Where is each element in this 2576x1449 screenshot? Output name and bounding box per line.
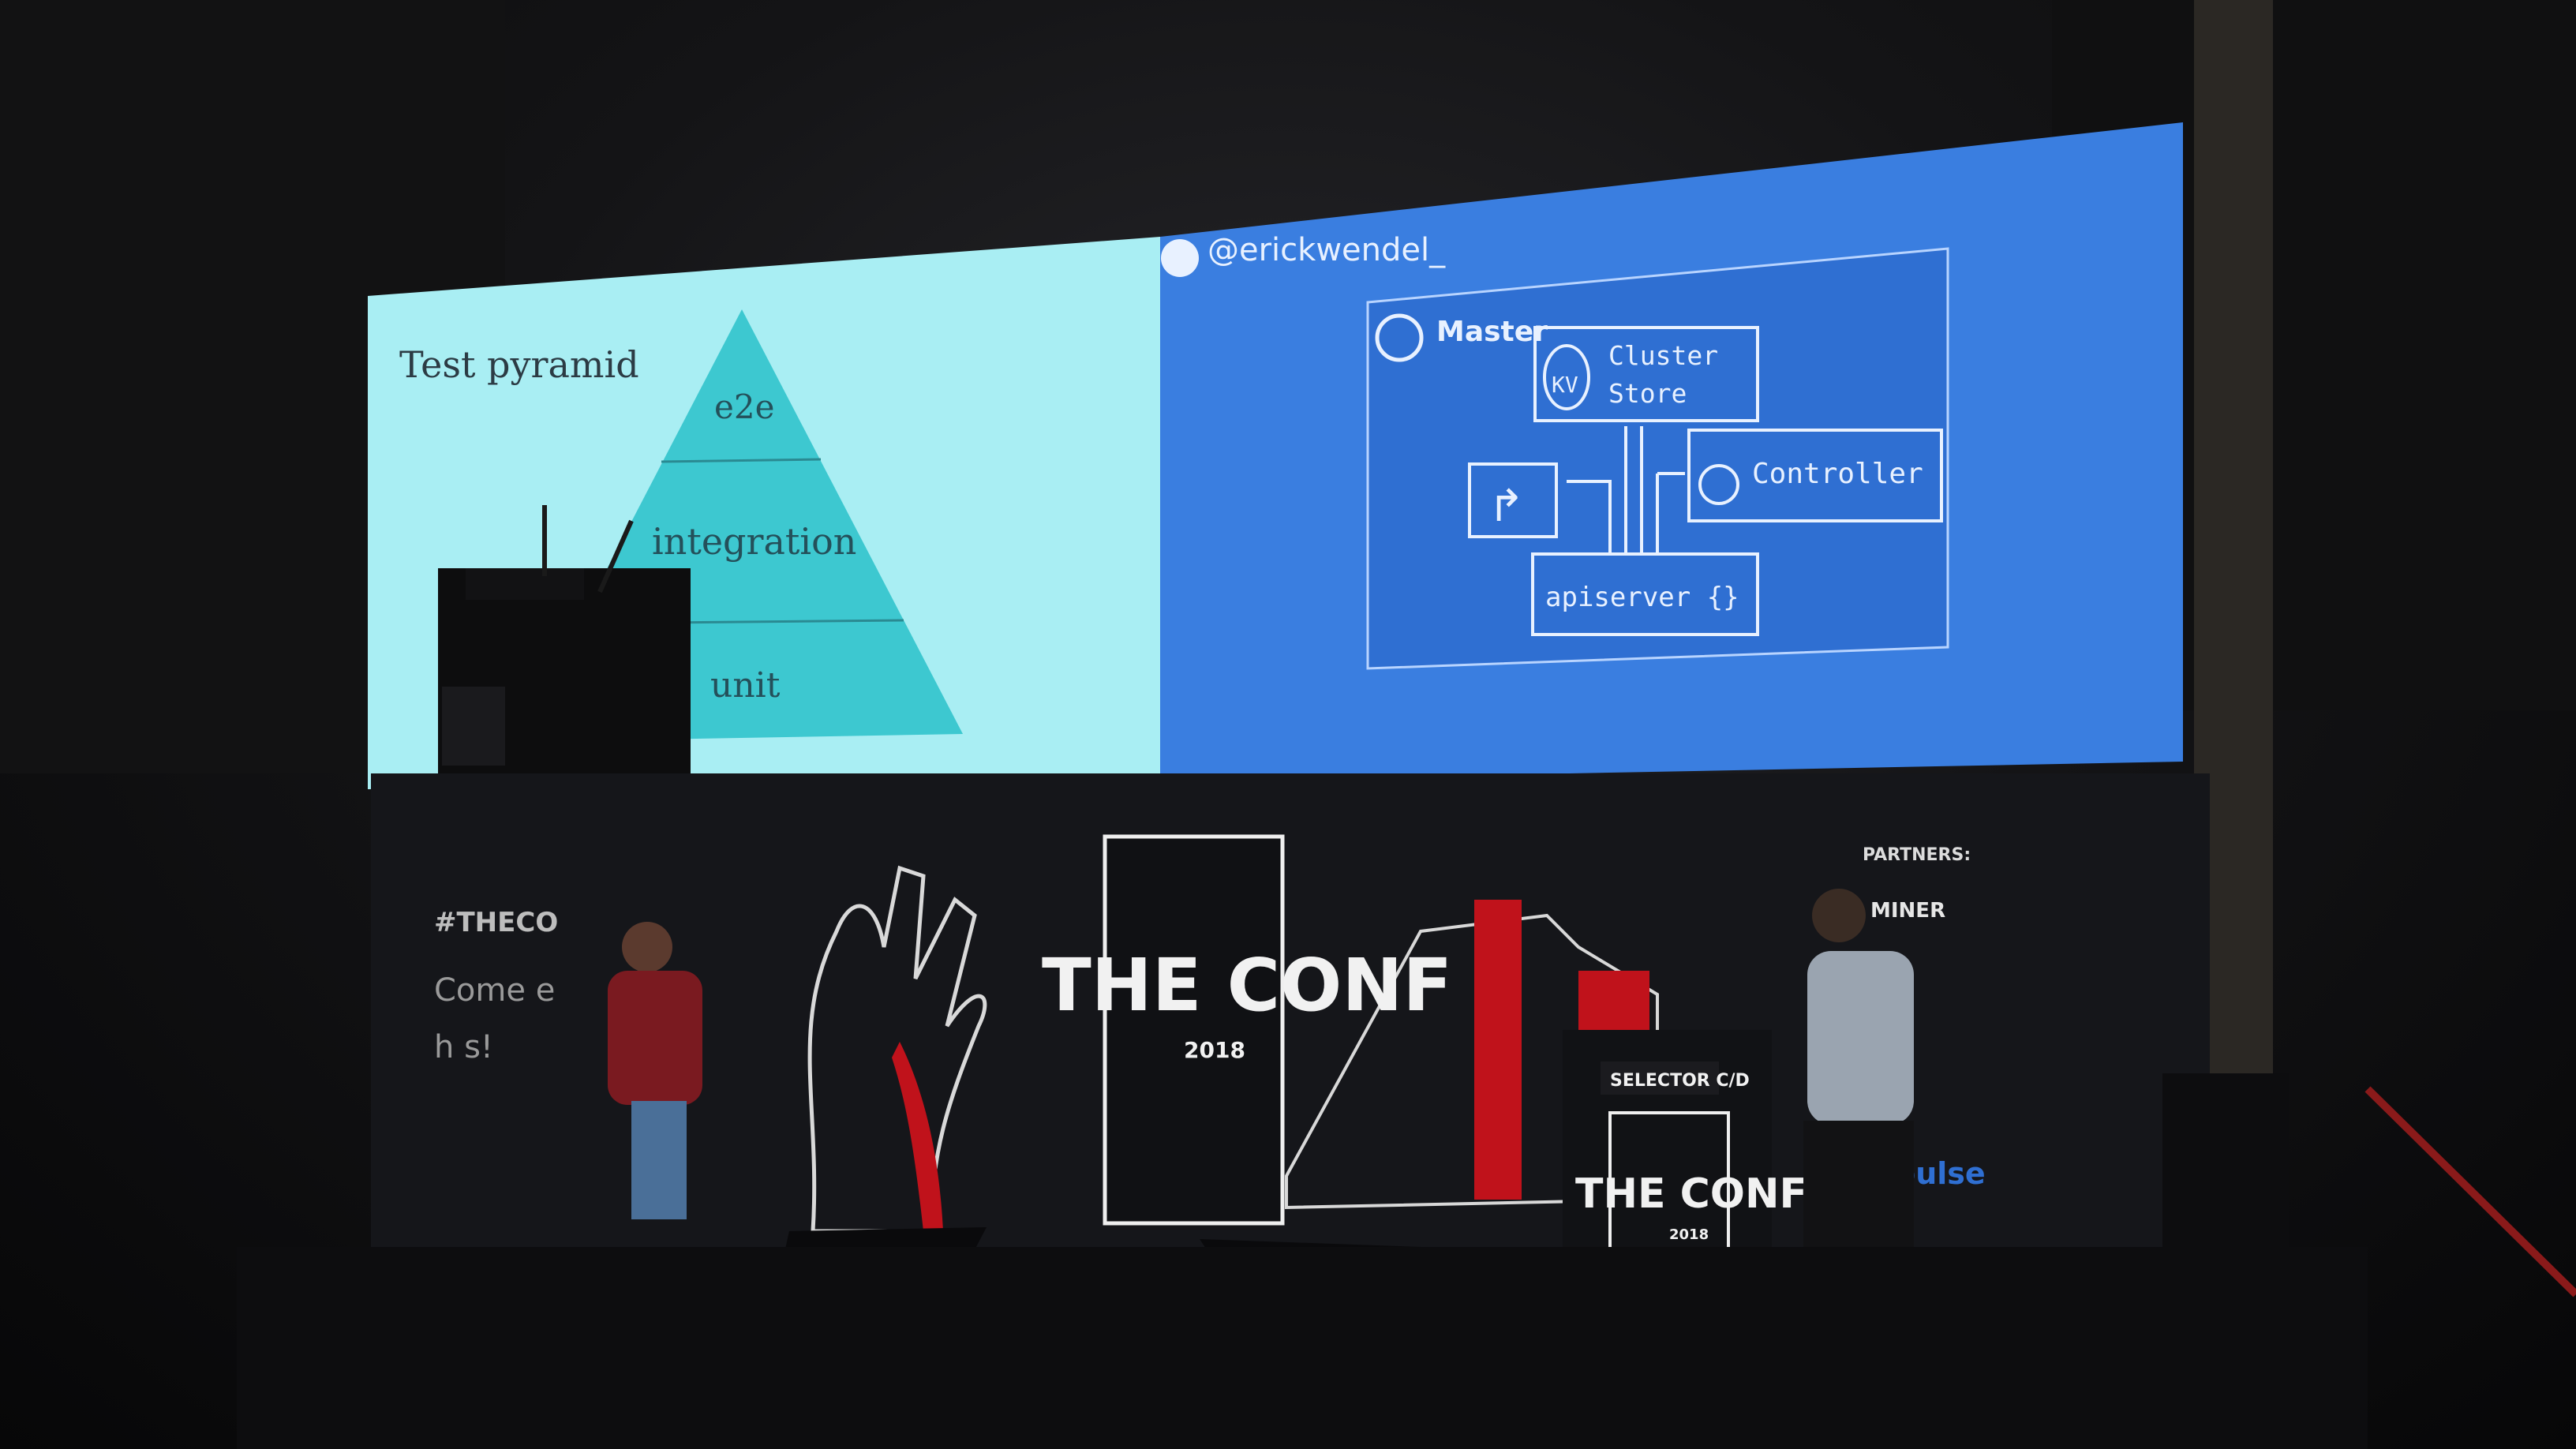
- stage-scene: THE CONF 2018 #THECO Come e h s! PARTNER…: [434, 834, 2576, 1413]
- person-jeans: [631, 1101, 687, 1219]
- podium-sign: SELECTOR C/D: [1610, 1071, 1750, 1091]
- conf-logo-text: THE CONF: [1042, 943, 1452, 1028]
- partners-label: PARTNERS:: [1863, 845, 1971, 865]
- speaker-shirt: [1807, 951, 1914, 1125]
- red-tower-graphic: [1474, 900, 1522, 1200]
- hashtag-text: #THECO: [434, 907, 558, 938]
- conf-logo-frame: [1103, 834, 1285, 1226]
- conf-logo-year: 2018: [1184, 1037, 1245, 1063]
- podium-logo-text: THE CONF: [1575, 1170, 1807, 1218]
- slogan-line2: h s!: [434, 1029, 493, 1065]
- partner-miner: MINER: [1870, 899, 1945, 923]
- stair-railing: [2364, 1086, 2576, 1297]
- speaker-head: [1812, 889, 1866, 942]
- stage-floor: [237, 1247, 2368, 1449]
- person-head: [622, 922, 672, 972]
- person-shirt: [608, 971, 702, 1105]
- loudspeaker: [2162, 1073, 2289, 1255]
- slogan-line1: Come e: [434, 972, 555, 1009]
- podium-logo-year: 2018: [1669, 1226, 1709, 1243]
- red-accent-graphic: [892, 1042, 943, 1231]
